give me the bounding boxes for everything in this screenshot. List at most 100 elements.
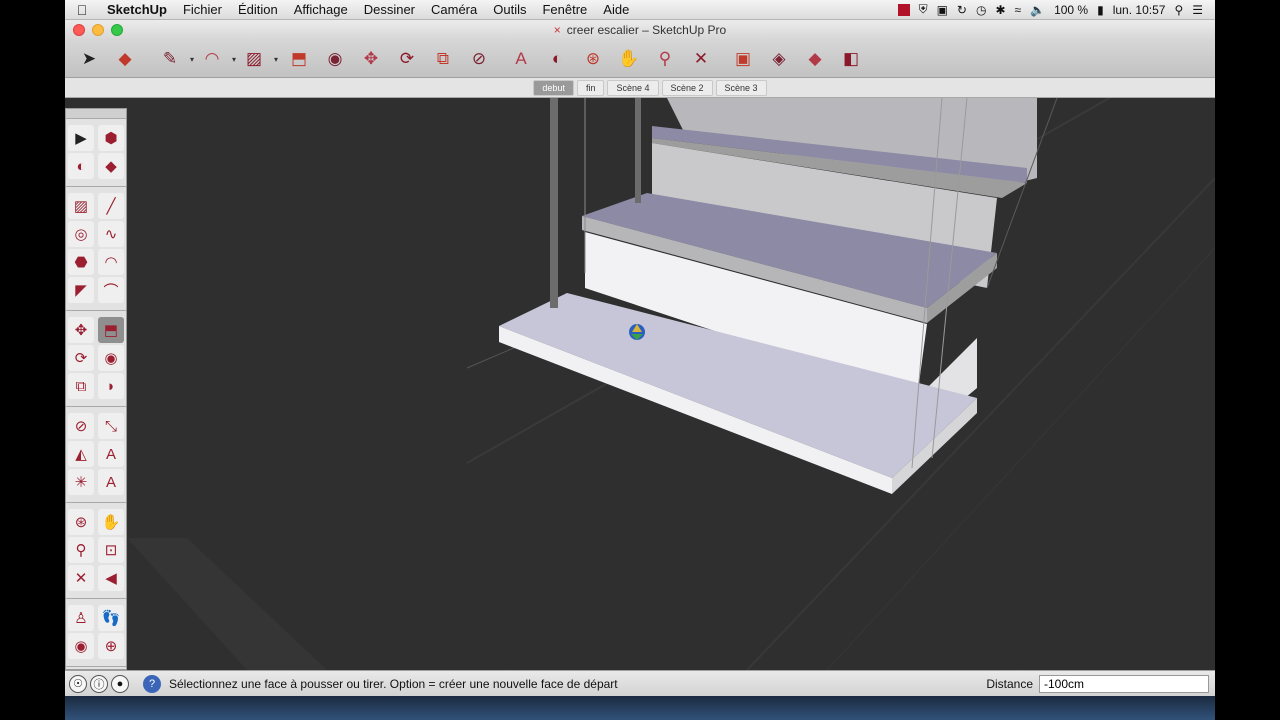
arc-icon: ◠	[204, 48, 220, 68]
pan-icon[interactable]: ✋	[98, 509, 124, 535]
menu-affichage[interactable]: Affichage	[286, 2, 356, 17]
text-button[interactable]: A	[507, 45, 535, 73]
menu-aide[interactable]: Aide	[595, 2, 637, 17]
select-arrow-button[interactable]: ➤	[75, 45, 103, 73]
staircase-model[interactable]	[127, 98, 1215, 670]
move-icon[interactable]: ✥	[68, 317, 94, 343]
scale-icon[interactable]: ⧉	[68, 373, 94, 399]
tape-measure-button[interactable]: ⊘	[465, 45, 493, 73]
zoom-icon[interactable]: ⚲	[68, 537, 94, 563]
previous-view-icon[interactable]: ◀	[98, 565, 124, 591]
eraser-icon[interactable]: ◆	[98, 153, 124, 179]
zoom-extents-button[interactable]: ✕	[687, 45, 715, 73]
menu-camera[interactable]: Caméra	[423, 2, 485, 17]
arc-icon[interactable]: ◠	[98, 249, 124, 275]
rotate-icon[interactable]: ⟳	[68, 345, 94, 371]
pan-button[interactable]: ✋	[615, 45, 643, 73]
menu-app-name[interactable]: SketchUp	[99, 2, 175, 17]
text-icon[interactable]: A	[98, 441, 124, 467]
battery-label[interactable]: 100 %	[1054, 3, 1088, 17]
menu-dessiner[interactable]: Dessiner	[356, 2, 423, 17]
eraser-button[interactable]: ◆	[111, 45, 139, 73]
push-pull-button[interactable]: ⬒	[285, 45, 313, 73]
zoom-button[interactable]: ⚲	[651, 45, 679, 73]
layout-send-button[interactable]: ◧	[837, 45, 865, 73]
two-point-arc-icon[interactable]: ⌒	[98, 277, 124, 303]
follow-me-button[interactable]: ◉	[321, 45, 349, 73]
offset-icon[interactable]: ◗	[98, 373, 124, 399]
notification-center-icon[interactable]: ☰	[1192, 3, 1203, 17]
minimize-window-button[interactable]	[92, 24, 104, 36]
rectangle-button[interactable]: ▨ ▾	[237, 45, 278, 73]
volume-icon[interactable]: 🔈	[1030, 3, 1045, 17]
polygon-icon[interactable]: ⬣	[68, 249, 94, 275]
shield-icon[interactable]: ⛨	[919, 2, 928, 17]
menu-fenetre[interactable]: Fenêtre	[534, 2, 595, 17]
battery-icon[interactable]: ▮	[1097, 3, 1104, 17]
scale-button[interactable]: ⧉	[429, 45, 457, 73]
scene-tab[interactable]: fin	[576, 79, 605, 96]
time-machine-icon[interactable]: ◷	[976, 3, 986, 17]
instructor-icon[interactable]: ?	[143, 674, 161, 693]
move-button[interactable]: ✥	[357, 45, 385, 73]
zoom-extents-icon[interactable]: ✕	[68, 565, 94, 591]
share-model-button[interactable]: ◈	[765, 45, 793, 73]
line-icon[interactable]: ╱	[98, 193, 124, 219]
apple-icon[interactable]: 	[65, 2, 99, 18]
section-plane-icon[interactable]: ⊕	[98, 633, 124, 659]
bluetooth-icon[interactable]: ✱	[995, 3, 1005, 17]
circle-icon[interactable]: ◎	[68, 221, 94, 247]
protractor-icon[interactable]: ◭	[68, 441, 94, 467]
menu-fichier[interactable]: Fichier	[175, 2, 230, 17]
paint-bucket-icon[interactable]: ◐	[68, 153, 94, 179]
close-window-button[interactable]	[73, 24, 85, 36]
zoom-window-icon[interactable]: ⊡	[98, 537, 124, 563]
tape-measure-icon[interactable]: ⊘	[68, 413, 94, 439]
warehouse-button[interactable]: ▣	[729, 45, 757, 73]
pencil-line-button[interactable]: ✎ ▾	[153, 45, 194, 73]
recording-icon[interactable]	[897, 3, 910, 16]
dropdown-arrow-icon[interactable]: ▾	[190, 55, 194, 64]
menu-outils[interactable]: Outils	[485, 2, 534, 17]
user-icon[interactable]: ●	[111, 674, 129, 693]
push-pull-icon[interactable]: ⬒	[98, 317, 124, 343]
measurements-input[interactable]	[1039, 674, 1209, 693]
make-component-icon[interactable]: ⬢	[98, 125, 124, 151]
position-camera-icon[interactable]: ♙	[68, 605, 94, 631]
palette-row: ◤ ⌒	[66, 277, 126, 303]
walk-icon[interactable]: 👣	[98, 605, 124, 631]
3d-text-icon[interactable]: A	[98, 469, 124, 495]
orbit-button[interactable]: ⊛	[579, 45, 607, 73]
arc-button[interactable]: ◠ ▾	[195, 45, 236, 73]
palette-grip[interactable]	[66, 109, 126, 119]
axes-icon[interactable]: ✳	[68, 469, 94, 495]
orbit-icon[interactable]: ⊛	[68, 509, 94, 535]
dropdown-arrow-icon[interactable]: ▾	[232, 55, 236, 64]
follow-me-icon[interactable]: ◉	[98, 345, 124, 371]
spotlight-icon[interactable]: ⚲	[1174, 3, 1183, 17]
scene-tab[interactable]: debut	[533, 79, 574, 96]
geo-location-icon[interactable]: ☉	[69, 674, 87, 693]
dimension-icon[interactable]: ⤡	[98, 413, 124, 439]
zoom-window-button[interactable]	[111, 24, 123, 36]
pie-icon[interactable]: ◤	[68, 277, 94, 303]
sync-icon[interactable]: ↻	[957, 3, 967, 17]
freehand-icon[interactable]: ∿	[98, 221, 124, 247]
rotate-button[interactable]: ⟳	[393, 45, 421, 73]
palette-row: ✕ ◀	[66, 565, 126, 591]
look-around-icon[interactable]: ◉	[68, 633, 94, 659]
dropdown-arrow-icon[interactable]: ▾	[274, 55, 278, 64]
extension-warehouse-button[interactable]: ◆	[801, 45, 829, 73]
scene-tab[interactable]: Scène 3	[715, 79, 767, 96]
model-viewport[interactable]	[127, 98, 1215, 670]
clock[interactable]: lun. 10:57	[1113, 3, 1166, 17]
credits-icon[interactable]: ⓘ	[90, 674, 108, 693]
scene-tab[interactable]: Scène 2	[661, 79, 713, 96]
rectangle-icon[interactable]: ▨	[68, 193, 94, 219]
select-icon[interactable]: ▶	[68, 125, 94, 151]
scene-tab[interactable]: Scène 4	[607, 79, 659, 96]
wifi-icon[interactable]: ≈	[1015, 3, 1022, 17]
menu-edition[interactable]: Édition	[230, 2, 286, 17]
airplay-icon[interactable]: ▣	[937, 3, 948, 17]
paint-bucket-button[interactable]: ◐	[543, 45, 571, 73]
